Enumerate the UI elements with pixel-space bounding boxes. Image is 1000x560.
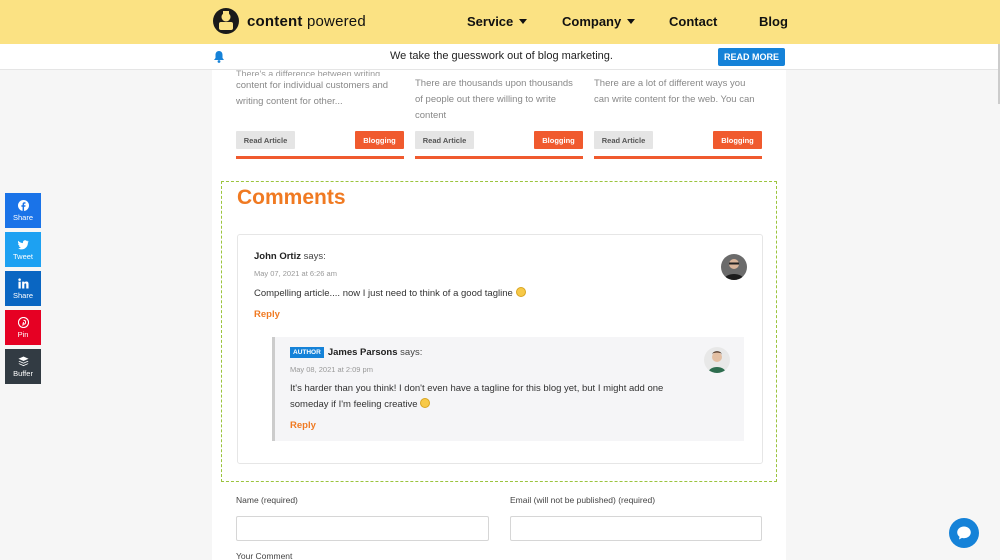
- share-pinterest-button[interactable]: Pin: [5, 310, 41, 345]
- read-article-button[interactable]: Read Article: [236, 131, 295, 149]
- avatar-james-icon: [704, 347, 730, 373]
- reply-link[interactable]: Reply: [290, 420, 316, 431]
- name-label: Name (required): [236, 495, 298, 505]
- share-label: Share: [12, 290, 33, 300]
- nav-blog-label: Blog: [759, 14, 788, 29]
- share-linkedin-button[interactable]: Share: [5, 271, 41, 306]
- share-label: Pin: [17, 329, 29, 339]
- share-facebook-button[interactable]: Share: [5, 193, 41, 228]
- nav-contact[interactable]: Contact: [669, 14, 717, 29]
- article-excerpt: There are a lot of different ways you ca…: [594, 78, 755, 105]
- twitter-icon: [17, 239, 29, 249]
- reply-author: AUTHOR James Parsons says:: [290, 347, 422, 358]
- chevron-down-icon: [519, 19, 528, 24]
- email-input[interactable]: [510, 516, 762, 541]
- facebook-icon: [17, 199, 29, 211]
- site-header: content powered Service Company Contact …: [0, 0, 1000, 44]
- read-article-button[interactable]: Read Article: [594, 131, 653, 149]
- comment-says: says:: [303, 251, 326, 262]
- share-label: Share: [12, 212, 33, 222]
- reply-link[interactable]: Reply: [254, 309, 280, 320]
- reply-author-name[interactable]: James Parsons: [328, 347, 398, 358]
- email-label: Email (will not be published) (required): [510, 495, 656, 505]
- announcement-bar: We take the guesswork out of blog market…: [0, 44, 1000, 70]
- comment-text: Compelling article.... now I just need t…: [254, 287, 526, 299]
- comments-title: Comments: [237, 186, 346, 209]
- article-excerpt: content for individual customers and wri…: [236, 80, 389, 107]
- comment: John Ortiz says: May 07, 2021 at 6:26 am…: [237, 234, 763, 464]
- nav-company[interactable]: Company: [562, 14, 636, 29]
- card-divider: [415, 156, 583, 159]
- reply-text: It's harder than you think! I don't even…: [290, 381, 680, 412]
- comment-reply: AUTHOR James Parsons says: May 08, 2021 a…: [272, 337, 744, 441]
- thinking-emoji-icon: [515, 287, 526, 297]
- avatar: [721, 254, 747, 280]
- avatar: [704, 347, 730, 373]
- comment-label: Your Comment: [236, 551, 293, 560]
- nav-contact-label: Contact: [669, 14, 718, 29]
- card-divider: [236, 156, 404, 159]
- article-excerpt-cutoff: There's a difference between writing: [236, 70, 381, 76]
- logo-text: content powered: [247, 12, 366, 30]
- pinterest-icon: [17, 316, 29, 328]
- share-label: Tweet: [12, 251, 33, 261]
- comment-author: John Ortiz says:: [254, 251, 326, 262]
- article-card: There are a lot of different ways you ca…: [594, 70, 762, 159]
- name-input[interactable]: [236, 516, 489, 541]
- share-label: Buffer: [13, 368, 33, 378]
- buffer-icon: [17, 355, 29, 366]
- nav-service-label: Service: [467, 14, 514, 29]
- author-badge: AUTHOR: [290, 347, 324, 358]
- nav-blog[interactable]: Blog: [759, 14, 788, 29]
- category-tag[interactable]: Blogging: [534, 131, 583, 149]
- main-content: There's a difference between writing con…: [212, 70, 786, 560]
- share-twitter-button[interactable]: Tweet: [5, 232, 41, 267]
- avatar-john-icon: [721, 254, 747, 280]
- article-card: There are thousands upon thousands of pe…: [415, 70, 583, 159]
- linkedin-icon: [17, 277, 29, 289]
- comment-date[interactable]: May 07, 2021 at 6:26 am: [254, 269, 337, 278]
- reply-date[interactable]: May 08, 2021 at 2:09 pm: [290, 365, 373, 374]
- bell-icon: [214, 51, 224, 63]
- logo-mark-icon: [213, 8, 239, 34]
- smile-emoji-icon: [420, 397, 431, 408]
- card-divider: [594, 156, 762, 159]
- site-logo[interactable]: content powered: [212, 7, 366, 35]
- article-excerpt: There are thousands upon thousands of pe…: [415, 78, 573, 121]
- comment-body: Compelling article.... now I just need t…: [254, 288, 513, 299]
- reply-says: says:: [400, 347, 423, 358]
- read-article-button[interactable]: Read Article: [415, 131, 474, 149]
- reply-body: It's harder than you think! I don't even…: [290, 383, 664, 410]
- share-buffer-button[interactable]: Buffer: [5, 349, 41, 384]
- category-tag[interactable]: Blogging: [713, 131, 762, 149]
- chevron-down-icon: [627, 19, 636, 24]
- category-tag[interactable]: Blogging: [355, 131, 404, 149]
- comments-section: Comments John Ortiz says: May 07, 2021 a…: [221, 181, 777, 482]
- chat-bubble-icon: [957, 526, 971, 540]
- read-more-button[interactable]: READ MORE: [718, 48, 785, 66]
- nav-company-label: Company: [562, 14, 622, 29]
- comment-author-name[interactable]: John Ortiz: [254, 251, 301, 262]
- chat-widget-button[interactable]: [949, 518, 979, 548]
- article-card: There's a difference between writing con…: [236, 70, 404, 159]
- announcement-text: We take the guesswork out of blog market…: [390, 50, 613, 62]
- nav-service[interactable]: Service: [467, 14, 528, 29]
